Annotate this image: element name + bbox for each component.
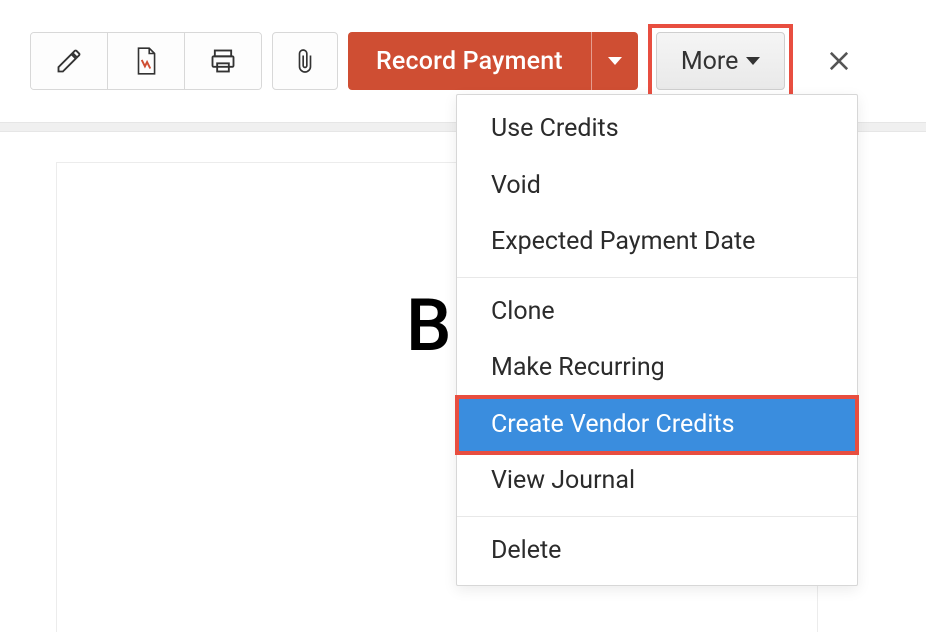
menu-item[interactable]: View Journal — [457, 453, 857, 510]
edit-button[interactable] — [31, 33, 107, 89]
record-payment-button[interactable]: Record Payment — [348, 32, 638, 90]
menu-item[interactable]: Delete — [457, 523, 857, 580]
more-label: More — [681, 47, 739, 76]
close-icon — [825, 47, 853, 75]
pencil-icon — [55, 47, 83, 75]
menu-item[interactable]: Use Credits — [457, 101, 857, 158]
caret-down-icon — [608, 57, 622, 65]
menu-item[interactable]: Expected Payment Date — [457, 214, 857, 271]
menu-separator — [457, 516, 857, 517]
attach-button[interactable] — [272, 32, 338, 90]
menu-item[interactable]: Clone — [457, 284, 857, 341]
menu-item[interactable]: Create Vendor Credits — [457, 397, 857, 454]
menu-separator — [457, 277, 857, 278]
caret-down-icon — [746, 57, 760, 65]
paperclip-icon — [294, 46, 316, 76]
more-dropdown: Use CreditsVoidExpected Payment Date Clon… — [456, 94, 858, 586]
pdf-button[interactable] — [107, 33, 184, 89]
menu-item[interactable]: Void — [457, 158, 857, 215]
record-payment-dropdown-toggle[interactable] — [591, 32, 638, 90]
more-button-highlight: More — [648, 24, 794, 98]
visible-glyph: B — [406, 290, 451, 362]
pdf-icon — [133, 46, 159, 76]
more-button[interactable]: More — [656, 32, 786, 90]
icon-button-group — [30, 32, 262, 90]
print-button[interactable] — [184, 33, 261, 89]
printer-icon — [208, 47, 238, 75]
close-button[interactable] — [821, 43, 857, 79]
record-payment-label: Record Payment — [348, 32, 591, 90]
menu-item[interactable]: Make Recurring — [457, 340, 857, 397]
